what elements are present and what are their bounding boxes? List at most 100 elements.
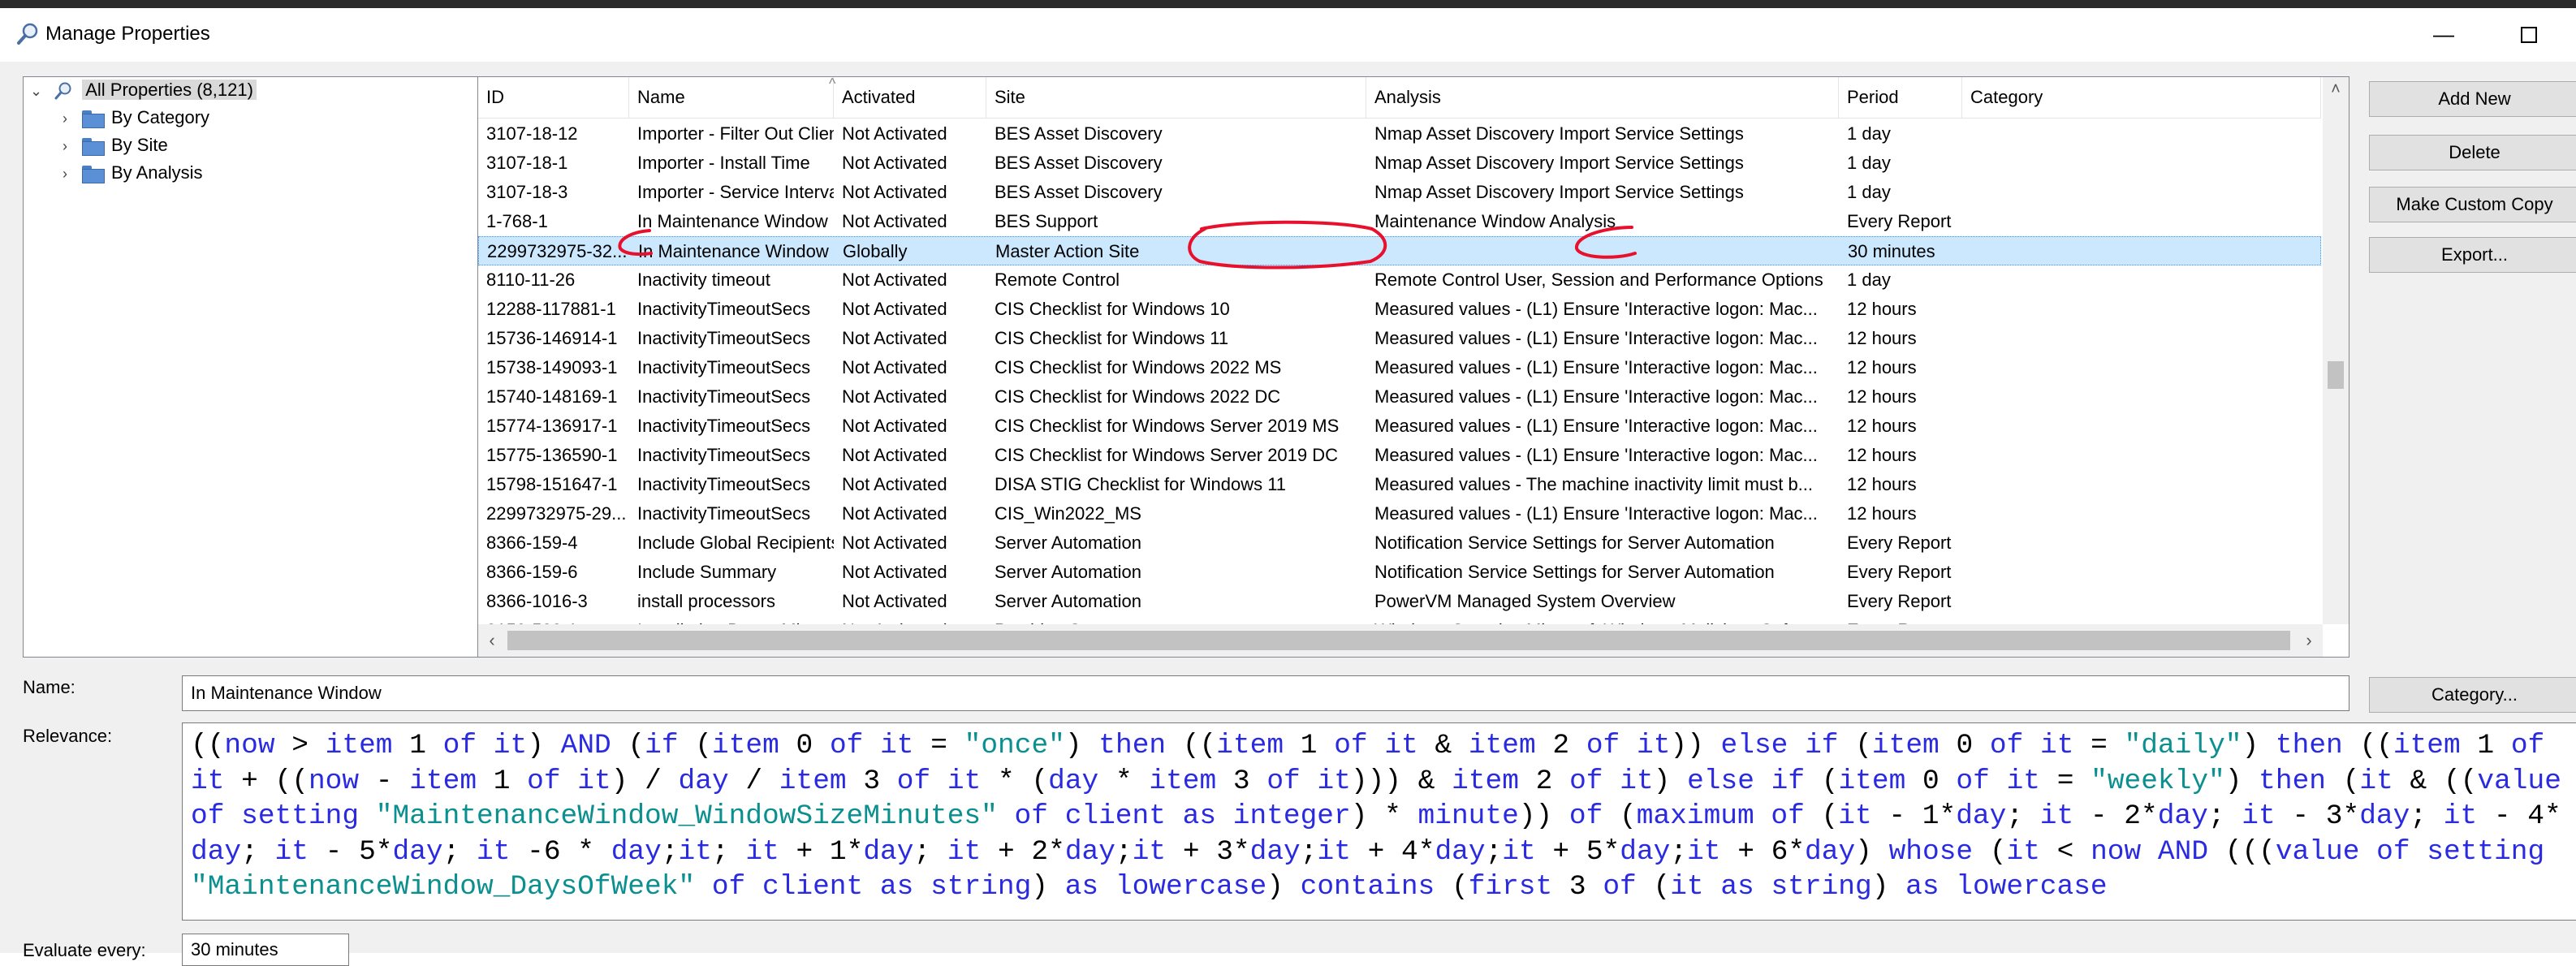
tree-item-by-analysis[interactable]: › By Analysis (63, 160, 203, 186)
horizontal-scroll-thumb[interactable] (507, 631, 2290, 650)
minimize-button[interactable]: — (2419, 18, 2468, 50)
scroll-left-arrow-icon[interactable]: ‹ (480, 624, 504, 657)
column-header-period[interactable]: Period (1839, 77, 1962, 118)
chevron-down-icon[interactable]: ⌄ (30, 78, 45, 104)
relevance-token: ; (1300, 835, 1318, 868)
chevron-right-icon[interactable]: › (63, 133, 77, 159)
relevance-token (1754, 871, 1771, 903)
name-field[interactable]: In Maintenance Window (182, 675, 2349, 711)
cell-analysis: PowerVM Managed System Overview (1374, 591, 1676, 611)
add-new-button[interactable]: Add New (2369, 81, 2576, 117)
relevance-keyword-token: string (930, 871, 1032, 903)
table-row[interactable]: 2299732975-29... InactivityTimeoutSecs Not… (478, 499, 2321, 528)
relevance-token: ) * (1350, 800, 1418, 832)
table-row[interactable]: 15736-146914-1 InactivityTimeoutSecs Not A… (478, 324, 2321, 353)
relevance-keyword-token: setting (241, 800, 360, 832)
title-bar: Manage Properties — (0, 8, 2576, 62)
cell-site: CIS Checklist for Windows 2022 DC (995, 386, 1281, 407)
make-custom-copy-button[interactable]: Make Custom Copy (2369, 187, 2576, 222)
table-row[interactable]: 2299732975-32... In Maintenance Window Glo… (478, 236, 2321, 265)
column-header-site[interactable]: Site (986, 77, 1366, 118)
relevance-token: ; (1670, 835, 1688, 868)
cell-site: CIS_Win2022_MS (995, 503, 1141, 524)
relevance-keyword-token: day (1048, 765, 1099, 797)
relevance-token: ) (527, 730, 561, 761)
table-row[interactable]: 8366-159-6 Include Summary Not Activated Se… (478, 558, 2321, 587)
relevance-keyword-token: day (1249, 835, 1301, 868)
scroll-right-arrow-icon[interactable]: › (2297, 624, 2321, 657)
properties-table[interactable]: ID Name ^ Activated Site Analysis Period… (477, 76, 2349, 658)
cell-activated: Not Activated (842, 357, 947, 377)
table-row[interactable]: 15740-148169-1 InactivityTimeoutSecs Not A… (478, 382, 2321, 412)
table-row[interactable]: 3107-18-1 Importer - Install Time Not Acti… (478, 149, 2321, 178)
relevance-keyword-token: day (1064, 835, 1115, 868)
relevance-editor[interactable]: ((now > item 1 of it) AND (if (item 0 of… (182, 722, 2576, 921)
cell-id: 12288-117881-1 (486, 299, 616, 319)
relevance-token: 0 (779, 730, 830, 761)
cell-name: install processors (637, 591, 775, 611)
relevance-token (930, 765, 947, 797)
property-tree[interactable]: ⌄ All Properties (8,121) › By Category › B… (23, 76, 478, 658)
tree-item-all-properties[interactable]: ⌄ All Properties (8,121) (30, 77, 257, 103)
vertical-scroll-thumb[interactable] (2328, 361, 2344, 389)
table-row[interactable]: 15738-149093-1 InactivityTimeoutSecs Not A… (478, 353, 2321, 382)
delete-button[interactable]: Delete (2369, 135, 2576, 170)
scroll-up-arrow-icon[interactable]: ˄ (2323, 77, 2349, 101)
cell-id: 1-768-1 (486, 211, 548, 231)
column-header-id[interactable]: ID (478, 77, 629, 118)
chevron-right-icon[interactable]: › (63, 161, 77, 187)
cell-site: BES Asset Discovery (995, 153, 1163, 173)
relevance-keyword-token: it (1317, 835, 1351, 868)
category-button[interactable]: Category... (2369, 677, 2576, 713)
relevance-keyword-token: of (1603, 871, 1637, 903)
column-header-category[interactable]: Category (1962, 77, 2321, 118)
cell-id: 8366-159-4 (486, 533, 578, 553)
tree-item-by-site[interactable]: › By Site (63, 132, 168, 158)
relevance-keyword-token: item (1452, 765, 1519, 797)
relevance-token: ; (1485, 835, 1503, 868)
cell-name: Importer - Install Time (637, 153, 810, 173)
column-header-name[interactable]: Name (629, 77, 834, 118)
relevance-token: - 3* (2275, 800, 2360, 832)
table-row[interactable]: 15775-136590-1 InactivityTimeoutSecs Not A… (478, 441, 2321, 470)
relevance-keyword-token: day (191, 835, 242, 868)
table-row[interactable]: 3107-18-12 Importer - Filter Out Clients N… (478, 119, 2321, 149)
relevance-keyword-token: as (1064, 871, 1099, 903)
table-row[interactable]: 12288-117881-1 InactivityTimeoutSecs Not A… (478, 295, 2321, 324)
chevron-right-icon[interactable]: › (63, 106, 77, 132)
relevance-keyword-token: it (678, 835, 712, 868)
cell-name: Include Summary (637, 562, 777, 582)
relevance-token (1216, 800, 1233, 832)
vertical-scrollbar[interactable]: ˄ (2323, 77, 2349, 624)
evaluate-every-select[interactable]: 30 minutes (182, 934, 349, 966)
relevance-keyword-token: it (577, 765, 611, 797)
relevance-keyword-token: day (678, 765, 729, 797)
relevance-token: 1 (1284, 730, 1335, 761)
table-row[interactable]: 3107-18-3 Importer - Service Interval (in… (478, 178, 2321, 207)
relevance-keyword-token: client (762, 871, 864, 903)
cell-site: CIS Checklist for Windows 10 (995, 299, 1230, 319)
relevance-token: ( (678, 730, 712, 761)
cell-site: Remote Control (995, 270, 1120, 290)
relevance-token: ( (1805, 765, 1839, 797)
table-row[interactable]: 15774-136917-1 InactivityTimeoutSecs Not A… (478, 412, 2321, 441)
cell-name: InactivityTimeoutSecs (637, 416, 811, 436)
maximize-button[interactable] (2505, 18, 2553, 50)
cell-category (1962, 149, 2321, 178)
relevance-token (2141, 836, 2158, 868)
table-row[interactable]: 8366-1016-3 install processors Not Activat… (478, 587, 2321, 616)
cell-activated: Not Activated (842, 533, 947, 553)
table-row[interactable]: 8110-11-26 Inactivity timeout Not Activate… (478, 265, 2321, 295)
table-row[interactable]: 8366-159-4 Include Global Recipients Not A… (478, 528, 2321, 558)
relevance-text: ((now > item 1 of it) AND (if (item 0 of… (183, 723, 2576, 910)
export-button[interactable]: Export... (2369, 237, 2576, 273)
table-row[interactable]: 1-768-1 In Maintenance Window Not Activate… (478, 207, 2321, 236)
relevance-token (224, 800, 241, 832)
cell-id: 15774-136917-1 (486, 416, 618, 436)
column-header-activated[interactable]: Activated (834, 77, 986, 118)
column-header-analysis[interactable]: Analysis (1366, 77, 1839, 118)
relevance-keyword-token: day (863, 835, 914, 868)
table-row[interactable]: 15798-151647-1 InactivityTimeoutSecs Not A… (478, 470, 2321, 499)
tree-item-by-category[interactable]: › By Category (63, 105, 209, 131)
horizontal-scrollbar[interactable]: ‹ › (478, 624, 2323, 657)
